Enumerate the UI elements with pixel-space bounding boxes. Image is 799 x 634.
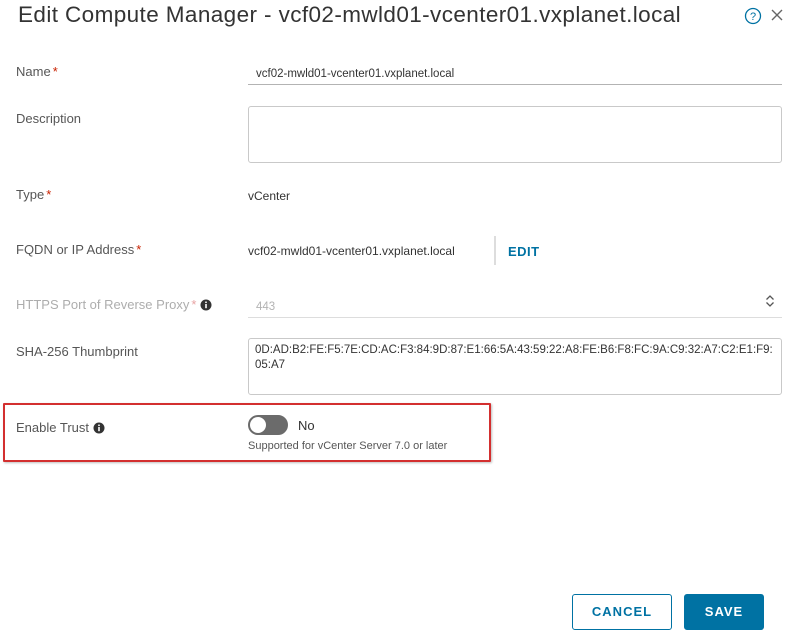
up-down-chevron-icon[interactable] bbox=[764, 293, 776, 309]
help-circle-icon[interactable]: ? bbox=[744, 7, 762, 25]
required-marker: * bbox=[136, 242, 142, 257]
save-button[interactable]: SAVE bbox=[684, 594, 764, 630]
https-port-label: HTTPS Port of Reverse Proxy * bbox=[16, 297, 212, 312]
edit-fqdn-link[interactable]: EDIT bbox=[508, 244, 540, 259]
toggle-state-label: No bbox=[298, 418, 315, 433]
description-textarea[interactable] bbox=[248, 106, 782, 163]
name-input[interactable] bbox=[248, 63, 782, 85]
enable-trust-helper: Supported for vCenter Server 7.0 or late… bbox=[248, 440, 448, 452]
fqdn-value: vcf02-mwld01-vcenter01.vxplanet.local bbox=[248, 244, 455, 258]
required-marker: * bbox=[46, 187, 52, 202]
thumbprint-textarea[interactable] bbox=[248, 338, 782, 395]
type-value: vCenter bbox=[248, 189, 291, 203]
thumbprint-label: SHA-256 Thumbprint bbox=[16, 344, 138, 359]
enable-trust-label: Enable Trust bbox=[16, 420, 105, 435]
info-icon[interactable] bbox=[200, 299, 212, 311]
separator bbox=[494, 236, 496, 265]
dialog-title: Edit Compute Manager - vcf02-mwld01-vcen… bbox=[18, 2, 682, 27]
required-marker: * bbox=[191, 297, 197, 312]
svg-text:?: ? bbox=[750, 11, 756, 23]
fqdn-label: FQDN or IP Address * bbox=[16, 242, 142, 257]
toggle-knob bbox=[250, 417, 266, 433]
required-marker: * bbox=[52, 64, 58, 79]
close-icon[interactable] bbox=[769, 7, 785, 23]
https-port-input[interactable] bbox=[248, 296, 782, 318]
name-label: Name * bbox=[16, 64, 58, 79]
enable-trust-toggle[interactable] bbox=[248, 415, 288, 435]
type-label: Type * bbox=[16, 187, 52, 202]
description-label: Description bbox=[16, 111, 82, 126]
info-icon[interactable] bbox=[93, 422, 105, 434]
cancel-button[interactable]: CANCEL bbox=[572, 594, 672, 630]
